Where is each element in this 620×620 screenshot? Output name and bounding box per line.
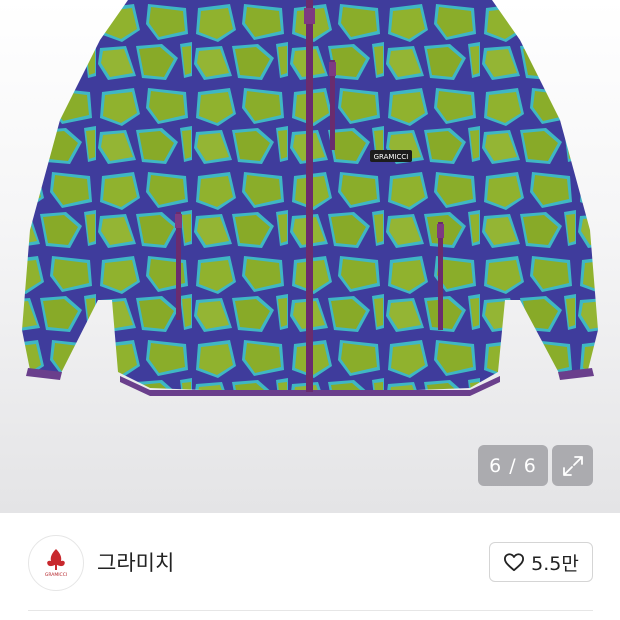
expand-image-button[interactable] — [552, 445, 593, 486]
like-count: 5.5만 — [531, 552, 579, 575]
divider — [28, 610, 593, 611]
product-image-gallery[interactable]: GRAMICCI 6 / 6 — [0, 0, 620, 513]
brand-name[interactable]: 그라미치 — [97, 547, 174, 577]
logo-wordmark: GRAMICCI — [45, 572, 67, 578]
heart-outline-icon — [504, 553, 525, 572]
brand-logo[interactable]: GRAMICCI — [28, 535, 84, 591]
gramicci-logo-icon: GRAMICCI — [45, 549, 67, 578]
image-counter: 6 / 6 — [478, 445, 548, 486]
expand-icon — [562, 455, 583, 476]
product-image[interactable]: GRAMICCI — [0, 0, 620, 513]
jacket-label-text: GRAMICCI — [374, 153, 409, 161]
like-button[interactable]: 5.5만 — [489, 542, 593, 582]
